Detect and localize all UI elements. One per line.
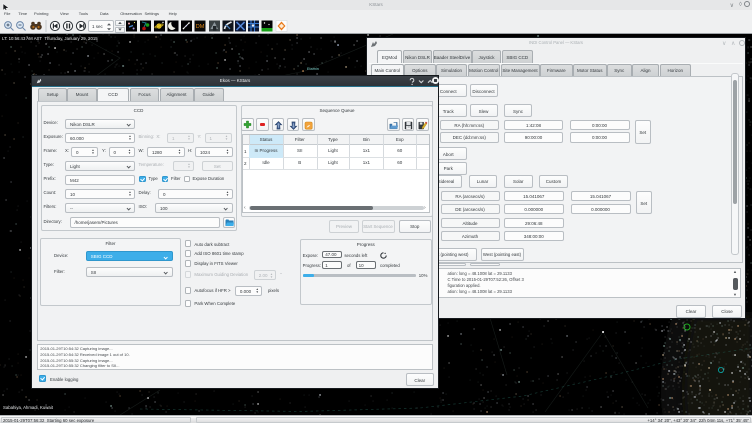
svg-text:DM: DM (196, 24, 205, 30)
